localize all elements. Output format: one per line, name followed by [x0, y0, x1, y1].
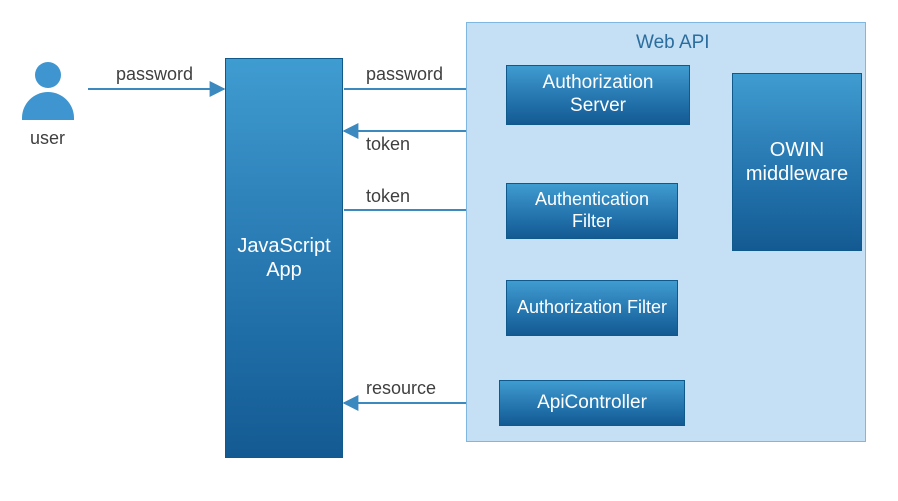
jsapp-box: JavaScript App — [225, 58, 343, 458]
edge-label-resource: resource — [366, 378, 436, 399]
edge-label-token-1: token — [366, 134, 410, 155]
authnfilter-box: Authentication Filter — [506, 183, 678, 239]
owin-box: OWIN middleware — [732, 73, 862, 251]
owin-label: OWIN middleware — [739, 138, 855, 186]
diagram-stage: { "diagram": { "user_label": "user", "js… — [0, 0, 898, 501]
edge-label-password-1: password — [116, 64, 193, 85]
jsapp-label: JavaScript App — [232, 234, 336, 282]
authserver-label: Authorization Server — [513, 72, 683, 118]
authzfilter-box: Authorization Filter — [506, 280, 678, 336]
edge-label-password-2: password — [366, 64, 443, 85]
user-icon — [22, 62, 74, 120]
authzfilter-label: Authorization Filter — [517, 297, 667, 319]
edge-label-token-2: token — [366, 186, 410, 207]
webapi-title: Web API — [636, 32, 710, 54]
user-label: user — [30, 128, 65, 149]
authserver-box: Authorization Server — [506, 65, 690, 125]
apicontroller-box: ApiController — [499, 380, 685, 426]
apicontroller-label: ApiController — [537, 392, 647, 415]
authnfilter-label: Authentication Filter — [513, 189, 671, 232]
